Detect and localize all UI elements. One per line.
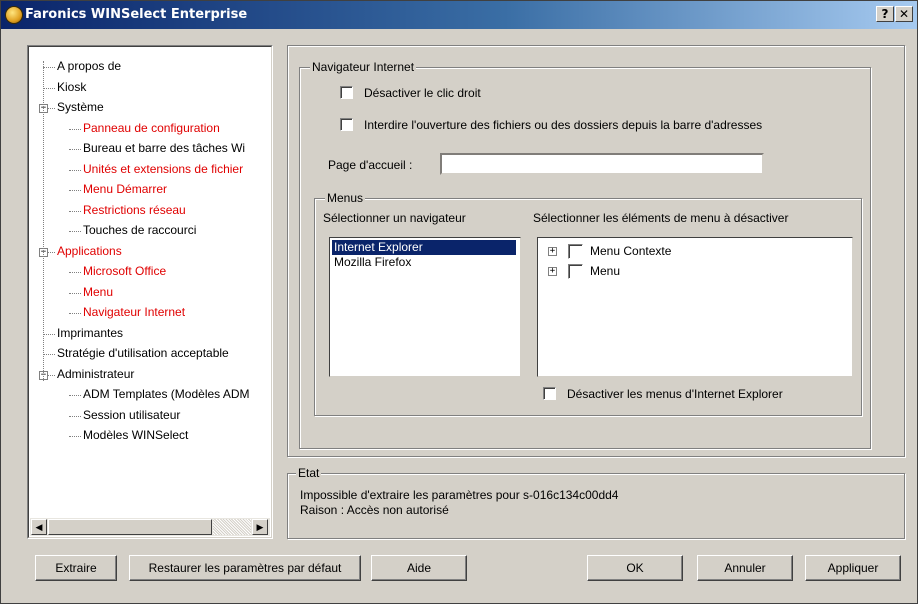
home-page-input[interactable] xyxy=(440,153,764,175)
faronics-logo-icon xyxy=(6,7,22,23)
help-title-button[interactable]: ? xyxy=(876,6,894,22)
tree-panel: A propos de Kiosk − Système Panneau de confi… xyxy=(27,45,273,539)
tree-connector xyxy=(43,67,55,68)
menu-items-tree[interactable]: + Menu Contexte + Menu xyxy=(537,237,853,377)
tree-connector xyxy=(69,272,81,273)
tree-item[interactable]: Session utilisateur xyxy=(83,408,180,422)
tree-connector xyxy=(69,395,81,396)
settings-tree[interactable]: A propos de Kiosk − Système Panneau de confi… xyxy=(28,46,272,538)
menu-item-checkbox[interactable] xyxy=(568,244,583,259)
tree-item[interactable]: ADM Templates (Modèles ADM xyxy=(83,387,250,401)
tree-item[interactable]: Administrateur xyxy=(57,367,134,381)
extract-button[interactable]: Extraire xyxy=(35,555,117,581)
tree-item[interactable]: Navigateur Internet xyxy=(83,305,185,319)
browser-list[interactable]: Internet Explorer Mozilla Firefox xyxy=(329,237,521,377)
tree-item[interactable]: Applications xyxy=(57,244,122,258)
tree-connector xyxy=(69,149,81,150)
disable-right-click-checkbox[interactable] xyxy=(340,86,353,99)
status-line-1: Impossible d'extraire les paramètres pou… xyxy=(300,488,619,502)
browser-group: Navigateur Internet Désactiver le clic d… xyxy=(299,60,871,449)
scroll-right-icon[interactable]: ▶ xyxy=(252,519,268,535)
apply-button[interactable]: Appliquer xyxy=(805,555,901,581)
tree-item[interactable]: Kiosk xyxy=(57,80,86,94)
tree-connector xyxy=(69,292,81,294)
tree-item[interactable]: Système xyxy=(57,100,104,114)
tree-item[interactable]: Touches de raccourci xyxy=(83,223,196,237)
title-bar[interactable]: Faronics WINSelect Enterprise ? ✕ xyxy=(1,1,917,29)
window-title: Faronics WINSelect Enterprise xyxy=(25,7,248,22)
disable-right-click-label: Désactiver le clic droit xyxy=(364,86,481,100)
select-menu-items-label: Sélectionner les éléments de menu à désa… xyxy=(533,211,789,225)
tree-connector xyxy=(43,354,55,355)
tree-item[interactable]: Stratégie d'utilisation acceptable xyxy=(57,346,229,360)
tree-item[interactable]: Unités et extensions de fichier xyxy=(83,162,243,176)
tree-item[interactable]: Modèles WINSelect xyxy=(83,428,188,442)
tree-connector xyxy=(69,415,81,417)
scroll-thumb[interactable] xyxy=(48,519,212,535)
tree-item[interactable]: Microsoft Office xyxy=(83,264,166,278)
expand-icon[interactable]: + xyxy=(548,247,557,256)
close-icon[interactable]: ✕ xyxy=(895,6,913,22)
menus-group: Menus Sélectionner un navigateur Sélecti… xyxy=(314,191,862,416)
browser-list-item[interactable]: Mozilla Firefox xyxy=(332,255,516,270)
status-group-title: Etat xyxy=(296,466,322,480)
tree-connector xyxy=(69,313,81,314)
tree-item[interactable]: Restrictions réseau xyxy=(83,203,186,217)
menu-item-checkbox[interactable] xyxy=(568,264,583,279)
menus-group-title: Menus xyxy=(325,191,366,205)
select-browser-label: Sélectionner un navigateur xyxy=(323,211,466,225)
disable-ie-menus-checkbox[interactable] xyxy=(543,387,556,400)
disable-ie-menus-label: Désactiver les menus d'Internet Explorer xyxy=(567,387,783,401)
tree-item[interactable]: Menu Démarrer xyxy=(83,182,167,196)
tree-connector xyxy=(43,333,55,335)
status-group: Etat Impossible d'extraire les paramètre… xyxy=(287,466,905,539)
help-button[interactable]: Aide xyxy=(371,555,467,581)
tree-guide-line xyxy=(43,61,44,381)
cancel-button[interactable]: Annuler xyxy=(697,555,793,581)
tree-connector xyxy=(69,190,81,191)
tree-item[interactable]: A propos de xyxy=(57,59,121,73)
tree-connector xyxy=(69,231,81,232)
tree-connector xyxy=(69,210,81,212)
tree-item[interactable]: Bureau et barre des tâches Wi xyxy=(83,141,245,155)
tree-item[interactable]: Imprimantes xyxy=(57,326,123,340)
browser-list-item[interactable]: Internet Explorer xyxy=(332,240,516,255)
expand-icon[interactable]: + xyxy=(548,267,557,276)
home-page-label: Page d'accueil : xyxy=(328,158,413,172)
restore-defaults-button[interactable]: Restaurer les paramètres par défaut xyxy=(129,555,361,581)
browser-group-title: Navigateur Internet xyxy=(310,60,417,74)
tree-connector xyxy=(43,87,55,89)
tree-item[interactable]: Menu xyxy=(83,285,113,299)
tree-item[interactable]: Panneau de configuration xyxy=(83,121,220,135)
main-window: Faronics WINSelect Enterprise ? ✕ A prop… xyxy=(0,0,918,604)
menu-item-label: Menu xyxy=(590,264,621,278)
scroll-left-icon[interactable]: ◀ xyxy=(31,519,47,535)
tree-connector xyxy=(69,169,81,171)
tree-horizontal-scrollbar[interactable]: ◀ ▶ xyxy=(30,518,270,536)
status-line-2: Raison : Accès non autorisé xyxy=(300,503,449,517)
tree-connector xyxy=(69,128,81,130)
menu-item-label: Menu Contexte xyxy=(590,244,672,258)
ok-button[interactable]: OK xyxy=(587,555,683,581)
block-address-bar-checkbox[interactable] xyxy=(340,118,353,131)
scroll-track[interactable] xyxy=(213,519,251,535)
block-address-bar-label: Interdire l'ouverture des fichiers ou de… xyxy=(364,118,763,132)
tree-connector xyxy=(69,436,81,437)
